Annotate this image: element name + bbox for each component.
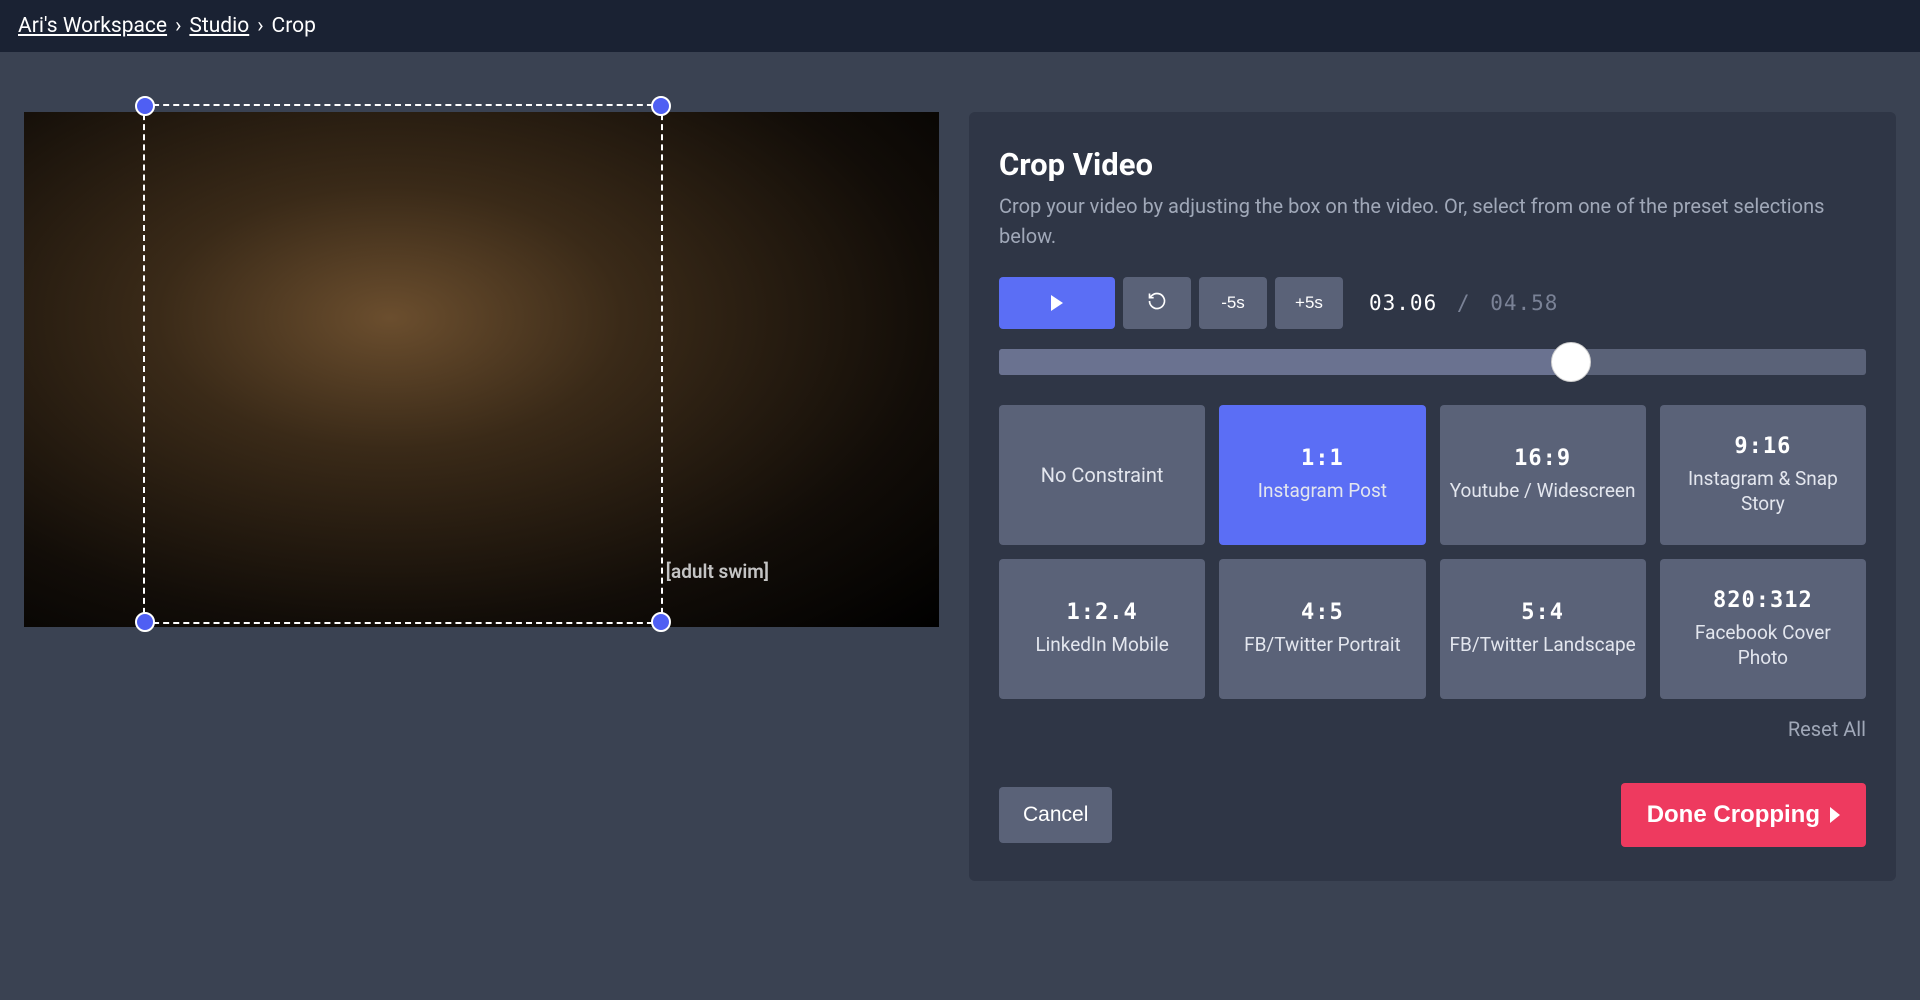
breadcrumb-studio[interactable]: Studio xyxy=(189,14,249,38)
preset-ratio: 820:312 xyxy=(1713,588,1813,613)
crop-handle-top-right[interactable] xyxy=(651,96,671,116)
preset-1-2-4[interactable]: 1:2.4 LinkedIn Mobile xyxy=(999,559,1205,699)
preset-ratio: 1:1 xyxy=(1301,446,1344,471)
preset-ratio: 5:4 xyxy=(1521,600,1564,625)
preset-label: No Constraint xyxy=(1041,462,1164,488)
time-current: 03.06 xyxy=(1369,291,1437,315)
preset-label: FB/Twitter Portrait xyxy=(1244,633,1401,658)
video-frame: [adult swim] xyxy=(24,112,939,627)
preset-label: FB/Twitter Landscape xyxy=(1450,633,1636,658)
presets-grid: No Constraint 1:1 Instagram Post 16:9 Youtub… xyxy=(999,405,1866,699)
preset-820-312[interactable]: 820:312 Facebook Cover Photo xyxy=(1660,559,1866,699)
preset-9-16[interactable]: 9:16 Instagram & Snap Story xyxy=(1660,405,1866,545)
preset-label: Facebook Cover Photo xyxy=(1668,621,1858,670)
panel-title: Crop Video xyxy=(999,146,1866,183)
breadcrumb-workspace[interactable]: Ari's Workspace xyxy=(18,14,167,38)
preset-ratio: 4:5 xyxy=(1301,600,1344,625)
crop-panel: Crop Video Crop your video by adjusting … xyxy=(969,112,1896,881)
player-controls: -5s +5s 03.06 / 04.58 xyxy=(999,277,1866,329)
preset-1-1[interactable]: 1:1 Instagram Post xyxy=(1219,405,1425,545)
crop-handle-bottom-right[interactable] xyxy=(651,612,671,632)
preset-ratio: 16:9 xyxy=(1514,446,1571,471)
preset-5-4[interactable]: 5:4 FB/Twitter Landscape xyxy=(1440,559,1646,699)
video-preview[interactable]: [adult swim] xyxy=(24,112,939,627)
preset-label: Instagram & Snap Story xyxy=(1668,467,1858,516)
actions-row: Cancel Done Cropping xyxy=(999,783,1866,847)
scrubber-track[interactable] xyxy=(999,349,1866,375)
crop-handle-top-left[interactable] xyxy=(135,96,155,116)
time-display: 03.06 / 04.58 xyxy=(1369,291,1558,315)
preset-label: LinkedIn Mobile xyxy=(1035,633,1168,658)
done-cropping-button[interactable]: Done Cropping xyxy=(1621,783,1866,847)
panel-subtitle: Crop your video by adjusting the box on … xyxy=(999,191,1866,251)
preset-no-constraint[interactable]: No Constraint xyxy=(999,405,1205,545)
play-icon xyxy=(1051,295,1063,311)
preset-ratio: 1:2.4 xyxy=(1067,600,1138,625)
breadcrumb-current: Crop xyxy=(272,14,316,38)
scrubber-progress xyxy=(999,349,1571,375)
crop-handle-bottom-left[interactable] xyxy=(135,612,155,632)
breadcrumb-separator: › xyxy=(257,14,263,38)
preset-16-9[interactable]: 16:9 Youtube / Widescreen xyxy=(1440,405,1646,545)
reset-all-link[interactable]: Reset All xyxy=(1788,717,1866,741)
breadcrumb-separator: › xyxy=(175,14,181,38)
scrubber-thumb[interactable] xyxy=(1551,342,1591,382)
preset-label: Youtube / Widescreen xyxy=(1450,479,1636,504)
rewind-button[interactable] xyxy=(1123,277,1191,329)
time-separator: / xyxy=(1457,291,1471,315)
done-button-label: Done Cropping xyxy=(1647,801,1820,829)
video-watermark: [adult swim] xyxy=(666,560,769,583)
preset-4-5[interactable]: 4:5 FB/Twitter Portrait xyxy=(1219,559,1425,699)
chevron-right-icon xyxy=(1830,807,1840,823)
skip-back-5s-button[interactable]: -5s xyxy=(1199,277,1267,329)
skip-forward-5s-button[interactable]: +5s xyxy=(1275,277,1343,329)
topbar: Ari's Workspace › Studio › Crop xyxy=(0,0,1920,52)
play-button[interactable] xyxy=(999,277,1115,329)
preset-ratio: 9:16 xyxy=(1734,434,1791,459)
rewind-icon xyxy=(1147,291,1167,316)
video-content xyxy=(24,112,939,627)
preset-label: Instagram Post xyxy=(1258,479,1387,504)
cancel-button[interactable]: Cancel xyxy=(999,787,1112,843)
time-total: 04.58 xyxy=(1490,291,1558,315)
